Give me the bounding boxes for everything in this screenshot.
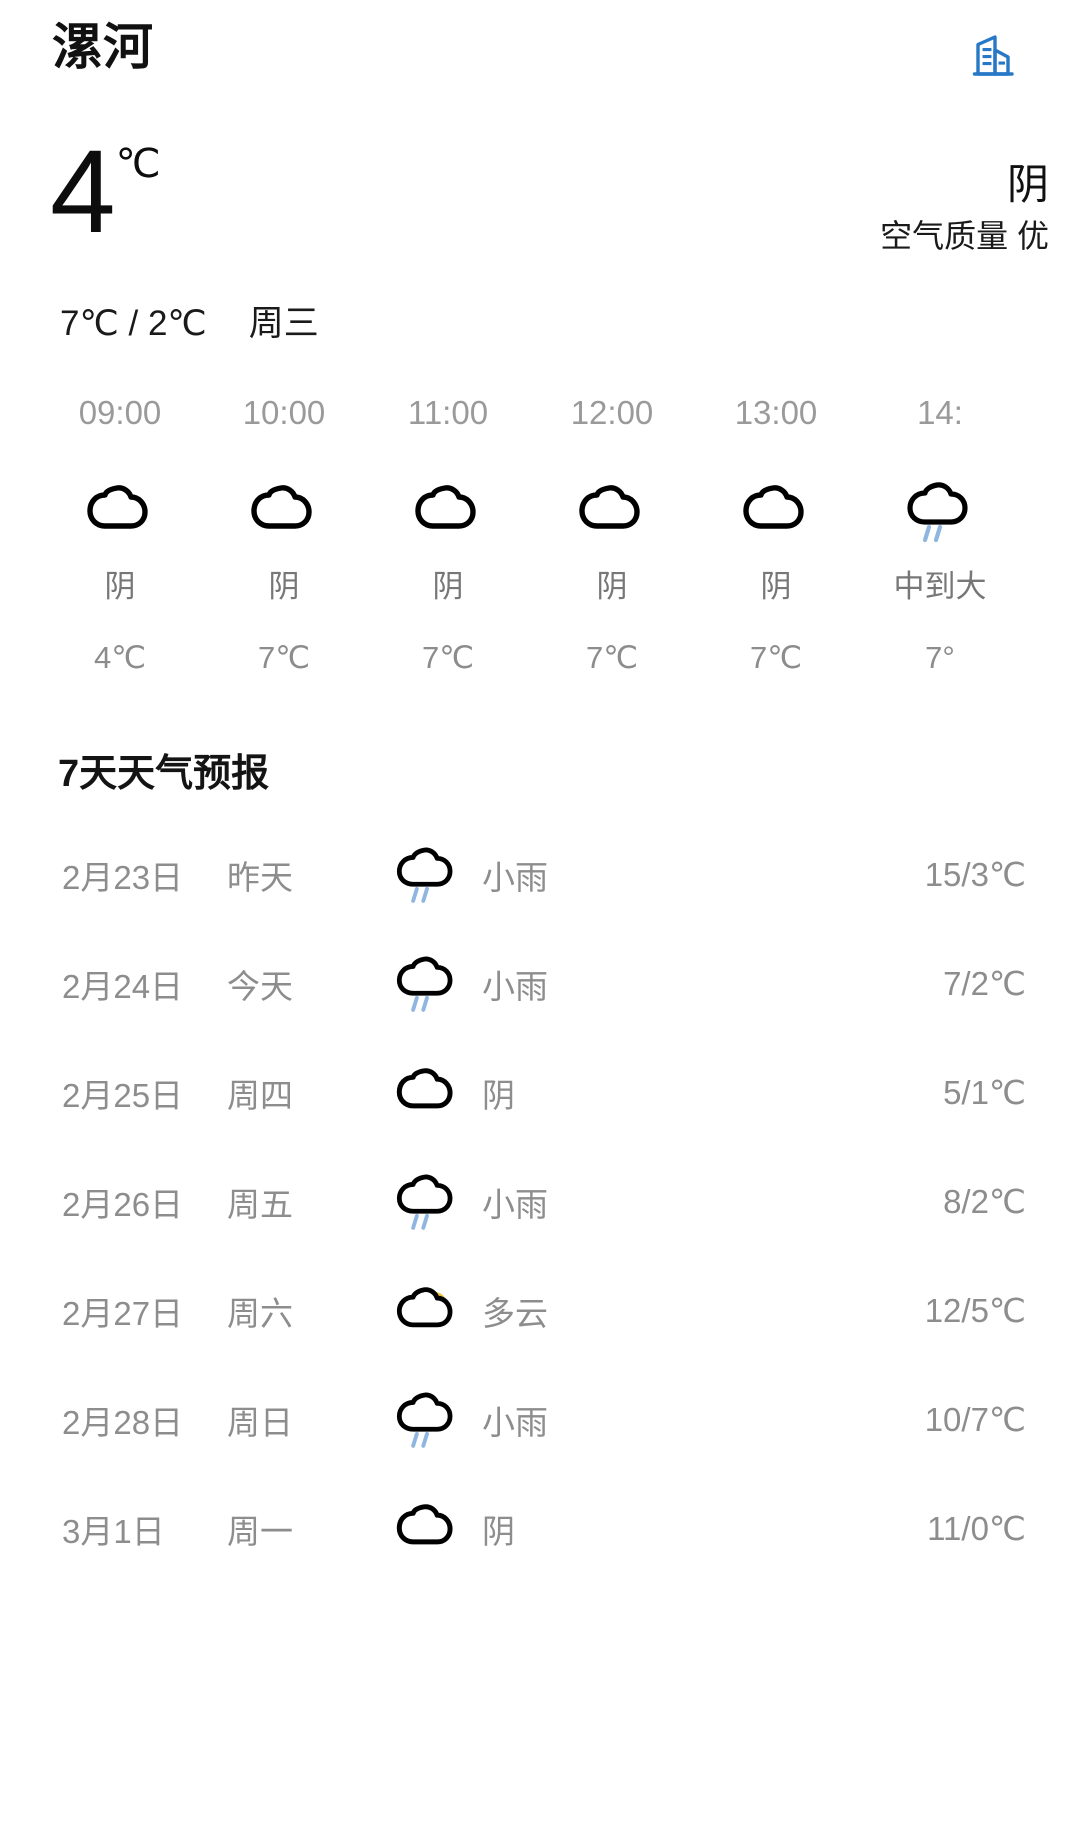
current-temperature-value: 4 <box>50 126 116 258</box>
forecast-section-title: 7天天气预报 <box>58 753 270 795</box>
forecast-date: 2月25日 <box>62 1076 184 1114</box>
forecast-date: 2月23日 <box>62 858 184 896</box>
current-condition: 阴 <box>1006 161 1049 208</box>
cloud-icon <box>202 467 366 557</box>
forecast-condition: 阴 <box>482 1076 515 1114</box>
forecast-temperature: 8/2℃ <box>943 1183 1026 1220</box>
hourly-temperature: 7℃ <box>257 640 311 675</box>
hourly-item[interactable]: 11:00 阴 7℃ <box>366 378 530 673</box>
hourly-temperature: 4℃ <box>93 640 147 675</box>
cloud-icon <box>530 467 694 557</box>
cloud-icon <box>388 1490 466 1568</box>
forecast-day: 今天 <box>227 967 293 1005</box>
hourly-time: 10:00 <box>242 394 326 431</box>
forecast-row[interactable]: 2月28日 周日 小雨 10/7℃ <box>0 1365 1079 1474</box>
building-icon[interactable] <box>962 24 1024 86</box>
forecast-condition: 小雨 <box>482 967 548 1005</box>
hourly-time: 09:00 <box>78 394 162 431</box>
forecast-temperature: 12/5℃ <box>924 1292 1026 1329</box>
rain-cloud-icon <box>388 1163 466 1241</box>
hourly-condition: 阴 <box>432 569 464 604</box>
forecast-date: 2月28日 <box>62 1403 184 1441</box>
forecast-row[interactable]: 2月27日 周六 多云 12/5℃ <box>0 1256 1079 1365</box>
hourly-temperature: 7° <box>925 640 955 675</box>
hourly-item[interactable]: 10:00 阴 7℃ <box>202 378 366 673</box>
forecast-row[interactable]: 2月25日 周四 阴 5/1℃ <box>0 1038 1079 1147</box>
forecast-row[interactable]: 2月23日 昨天 小雨 15/3℃ <box>0 820 1079 929</box>
hourly-temperature: 7℃ <box>421 640 475 675</box>
forecast-row[interactable]: 3月1日 周一 阴 11/0℃ <box>0 1474 1079 1583</box>
forecast-condition: 阴 <box>482 1512 515 1550</box>
forecast-row[interactable]: 2月26日 周五 小雨 8/2℃ <box>0 1147 1079 1256</box>
hourly-forecast-strip[interactable]: 09:00 阴 4℃ 10:00 阴 7℃ 11:00 阴 7℃ 12:00 阴 7℃ 13:00 阴 7℃… <box>0 378 1079 678</box>
today-weekday: 周三 <box>248 304 319 343</box>
forecast-date: 2月24日 <box>62 967 184 1005</box>
forecast-day: 周一 <box>227 1512 293 1550</box>
current-temperature: 4 ℃ <box>50 126 161 258</box>
current-conditions: 4 ℃ 阴 空气质量 优 7℃ / 2℃ 周三 <box>0 110 1079 360</box>
forecast-list: 2月23日 昨天 小雨 15/3℃ 2月24日 今天 小雨 7/2℃ 2月25日 周四阴 5/1℃ 2… <box>0 820 1079 1583</box>
forecast-temperature: 11/0℃ <box>927 1510 1026 1547</box>
forecast-day: 周四 <box>227 1076 293 1114</box>
hourly-track[interactable]: 09:00 阴 4℃ 10:00 阴 7℃ 11:00 阴 7℃ 12:00 阴 7℃ 13:00 阴 7℃… <box>0 378 1079 673</box>
air-quality-text: 空气质量 优 <box>880 218 1049 255</box>
today-high-low: 7℃ / 2℃ <box>60 304 207 343</box>
hourly-condition: 阴 <box>596 569 628 604</box>
hourly-item[interactable]: 09:00 阴 4℃ <box>38 378 202 673</box>
hourly-condition: 阴 <box>760 569 792 604</box>
current-summary: 阴 空气质量 优 <box>880 162 1049 255</box>
page-title: 漯河 <box>52 19 154 75</box>
forecast-day: 周日 <box>227 1403 293 1441</box>
hourly-item[interactable]: 12:00 阴 7℃ <box>530 378 694 673</box>
forecast-temperature: 5/1℃ <box>943 1074 1026 1111</box>
sun-cloud-icon <box>388 1272 466 1350</box>
hourly-condition: 阴 <box>104 569 136 604</box>
rain-cloud-icon <box>388 836 466 914</box>
hourly-item[interactable]: 13:00 阴 7℃ <box>694 378 858 673</box>
hourly-time: 14: <box>917 394 963 431</box>
rain-cloud-icon <box>388 1381 466 1459</box>
hourly-time: 12:00 <box>570 394 654 431</box>
forecast-day: 周六 <box>227 1294 293 1332</box>
hourly-condition: 阴 <box>268 569 300 604</box>
rain-cloud-icon <box>858 467 1022 557</box>
current-temperature-unit: ℃ <box>115 142 161 186</box>
forecast-condition: 小雨 <box>482 1403 548 1441</box>
cloud-icon <box>366 467 530 557</box>
forecast-date: 3月1日 <box>62 1512 165 1550</box>
hourly-temperature: 7℃ <box>749 640 803 675</box>
rain-cloud-icon <box>388 945 466 1023</box>
cloud-icon <box>388 1054 466 1132</box>
today-range: 7℃ / 2℃ 周三 <box>60 295 319 346</box>
forecast-row[interactable]: 2月24日 今天 小雨 7/2℃ <box>0 929 1079 1038</box>
cloud-icon <box>694 467 858 557</box>
forecast-condition: 小雨 <box>482 1185 548 1223</box>
forecast-date: 2月27日 <box>62 1294 184 1332</box>
hourly-temperature: 7℃ <box>585 640 639 675</box>
hourly-item[interactable]: 14: 中到大 7° <box>858 378 1022 673</box>
forecast-date: 2月26日 <box>62 1185 184 1223</box>
hourly-condition: 中到大 <box>893 569 987 604</box>
forecast-temperature: 15/3℃ <box>924 856 1026 893</box>
forecast-temperature: 7/2℃ <box>943 965 1026 1002</box>
hourly-time: 13:00 <box>734 394 818 431</box>
forecast-day: 昨天 <box>227 858 293 896</box>
cloud-icon <box>38 467 202 557</box>
hourly-time: 11:00 <box>407 394 489 431</box>
forecast-day: 周五 <box>227 1185 293 1223</box>
app-header: 漯河 <box>0 0 1079 110</box>
forecast-temperature: 10/7℃ <box>924 1401 1026 1438</box>
forecast-condition: 多云 <box>482 1294 548 1332</box>
forecast-condition: 小雨 <box>482 858 548 896</box>
